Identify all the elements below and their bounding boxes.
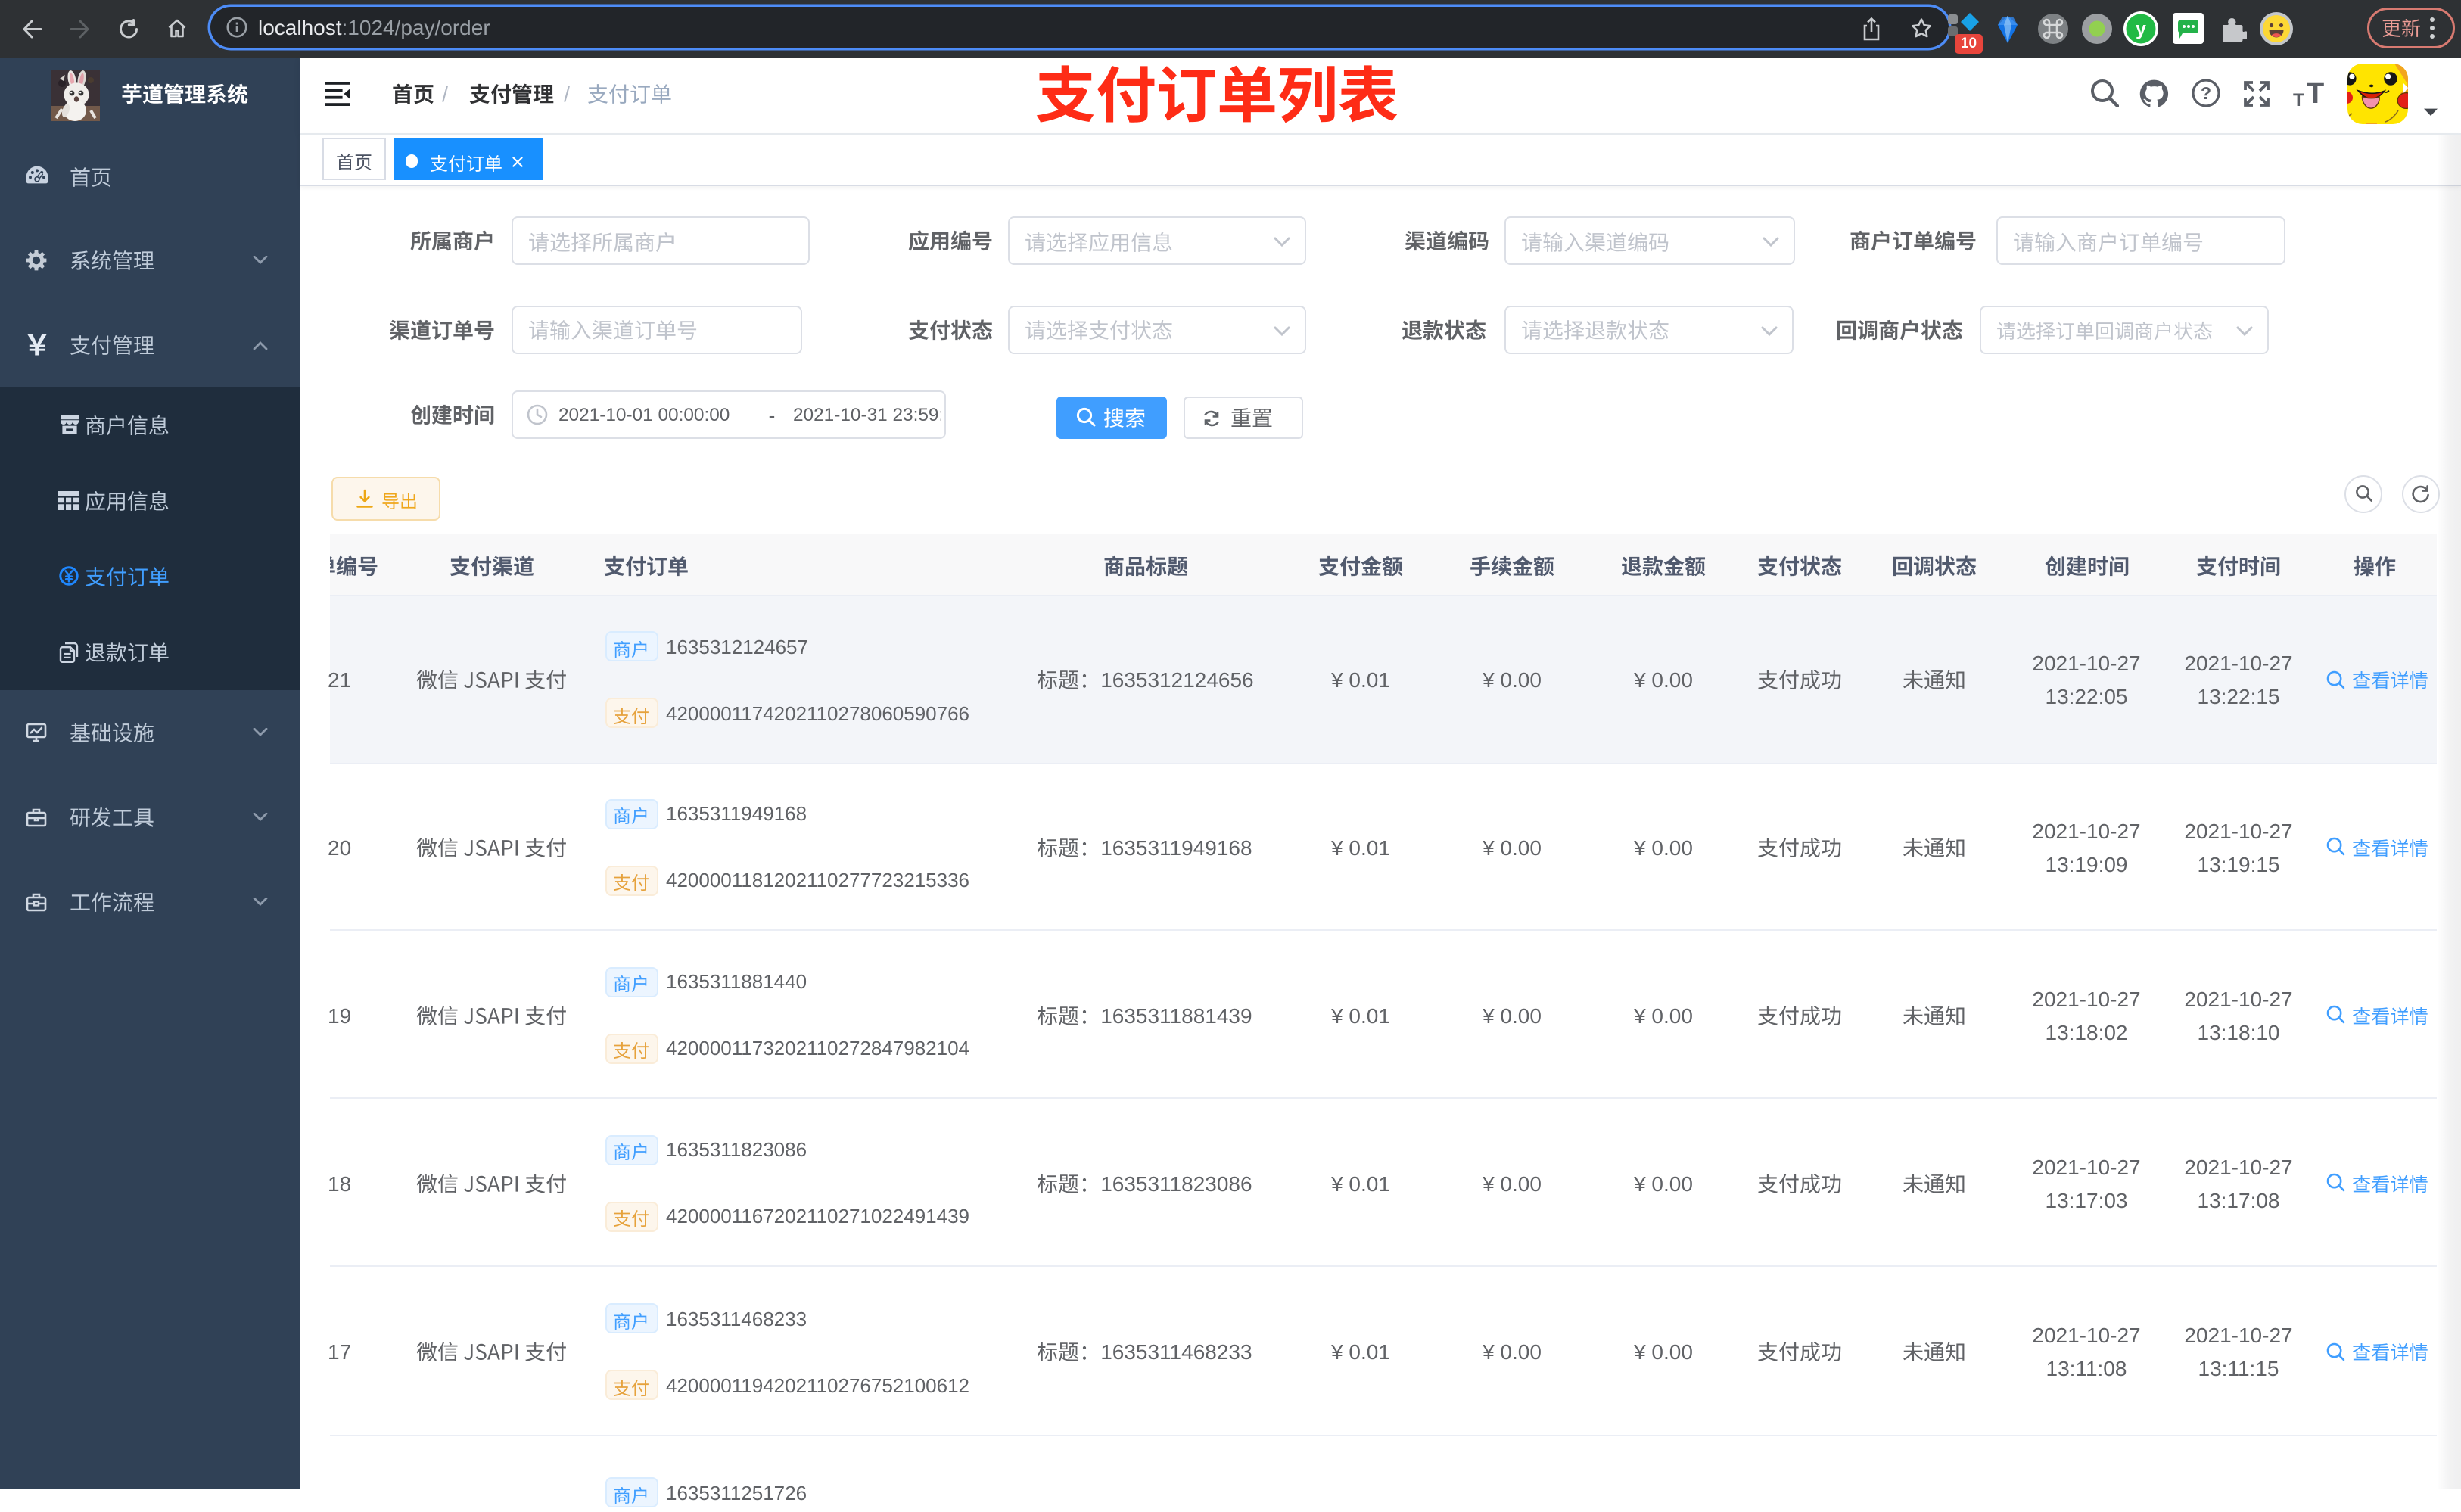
svg-text:?: ?	[2201, 83, 2211, 103]
svg-text:y: y	[2136, 19, 2146, 40]
